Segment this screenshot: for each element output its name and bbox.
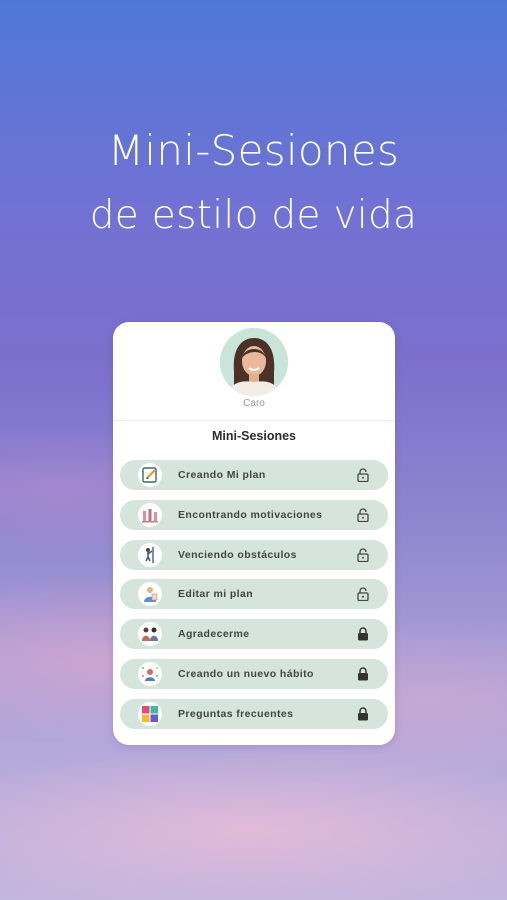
faq-puzzle-icon [138,701,162,726]
lock-open-icon [357,547,369,562]
motivation-bottles-icon [138,502,162,527]
new-habit-icon [138,661,162,686]
headline-subtitle: de estilo de vida [89,193,418,238]
lock-open-icon [357,587,369,602]
headline-title: Mini-Sesiones [107,126,400,175]
coach-name: Caro [243,398,265,409]
session-item-label: Agradecerme [178,628,250,640]
session-item-agradecerme[interactable]: Agradecerme [120,619,388,649]
session-item-encontrando-motivaciones[interactable]: Encontrando motivaciones [120,499,388,530]
session-item-preguntas-frecuentes[interactable]: Preguntas frecuentes [120,698,388,729]
session-item-label: Encontrando motivaciones [178,508,323,521]
sessions-list: Creando Mi plan Encontrando motivaciones [120,460,388,738]
session-item-creando-nuevo-habito[interactable]: Creando un nuevo hábito [120,658,388,689]
lock-closed-icon [358,627,368,641]
climbing-person-icon [138,542,162,567]
session-item-editar-mi-plan[interactable]: Editar mi plan [120,579,388,610]
session-item-label: Creando un nuevo hábito [178,667,314,680]
coach-avatar[interactable] [220,328,288,396]
section-title: Mini-Sesiones [211,429,297,443]
session-item-label: Creando Mi plan [178,469,266,481]
notepad-pencil-icon [138,463,162,487]
session-item-creando-mi-plan[interactable]: Creando Mi plan [120,460,388,490]
sessions-card: Caro Mini-Sesiones Creando Mi plan Encon… [113,322,395,745]
session-item-label: Editar mi plan [178,588,254,601]
gratitude-people-icon [138,622,162,646]
lock-open-icon [357,468,369,482]
session-item-label: Preguntas frecuentes [178,707,294,720]
lock-open-icon [357,508,369,522]
edit-plan-person-icon [138,582,162,607]
session-item-label: Venciendo obstáculos [178,548,297,561]
session-item-venciendo-obstaculos[interactable]: Venciendo obstáculos [120,539,388,570]
lock-closed-icon [358,706,368,720]
coach-profile: Caro [113,322,395,421]
lock-closed-icon [358,667,368,681]
